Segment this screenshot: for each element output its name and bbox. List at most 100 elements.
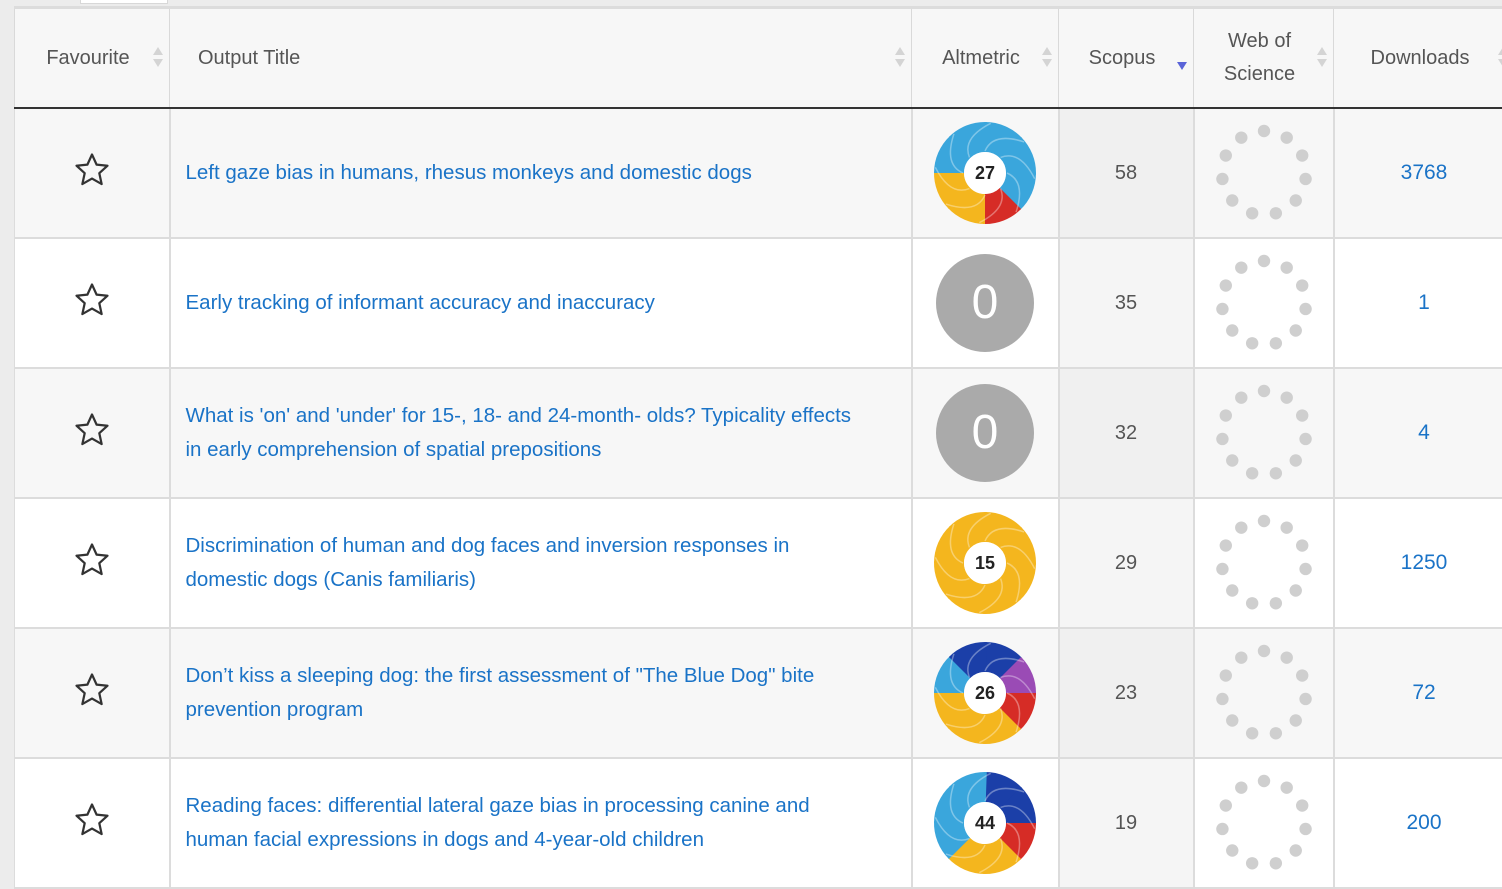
downloads-count-link[interactable]: 72 bbox=[1412, 681, 1435, 704]
sort-arrows-icon[interactable] bbox=[1042, 47, 1052, 69]
downloads-cell: 1 bbox=[1334, 238, 1502, 368]
downloads-header-label: Downloads bbox=[1371, 47, 1470, 69]
spinner-dot bbox=[1269, 467, 1281, 479]
title-cell: Discrimination of human and dog faces an… bbox=[170, 498, 912, 628]
spinner-dot bbox=[1269, 337, 1281, 349]
spinner-dot bbox=[1280, 131, 1292, 143]
altmetric-cell: 26 bbox=[912, 628, 1059, 758]
table-row: Early tracking of informant accuracy and… bbox=[15, 238, 1502, 368]
spinner-dot bbox=[1226, 454, 1238, 466]
spinner-dot bbox=[1299, 563, 1311, 575]
downloads-count-link[interactable]: 1 bbox=[1418, 291, 1430, 314]
table-row: Don’t kiss a sleeping dog: the first ass… bbox=[15, 628, 1502, 758]
spinner-dot bbox=[1226, 324, 1238, 336]
output-title-link[interactable]: Left gaze bias in humans, rhesus monkeys… bbox=[186, 161, 752, 184]
scopus-count: 19 bbox=[1115, 812, 1137, 834]
loading-spinner-icon bbox=[1214, 773, 1314, 873]
title-cell: What is 'on' and 'under' for 15-, 18- an… bbox=[170, 368, 912, 498]
scopus-cell: 29 bbox=[1059, 498, 1194, 628]
output-title-link[interactable]: Don’t kiss a sleeping dog: the first ass… bbox=[186, 664, 815, 721]
table-row: What is 'on' and 'under' for 15-, 18- an… bbox=[15, 368, 1502, 498]
output-title-link[interactable]: Early tracking of informant accuracy and… bbox=[186, 291, 655, 314]
spinner-dot bbox=[1296, 799, 1308, 811]
downloads-count-link[interactable]: 1250 bbox=[1401, 551, 1448, 574]
wos-cell bbox=[1194, 628, 1334, 758]
spinner-dot bbox=[1216, 433, 1228, 445]
spinner-dot bbox=[1226, 714, 1238, 726]
altmetric-zero-badge[interactable]: 0 bbox=[936, 384, 1034, 482]
sort-arrows-icon[interactable] bbox=[153, 47, 163, 69]
spinner-dot bbox=[1245, 857, 1257, 869]
spinner-dot bbox=[1296, 279, 1308, 291]
spinner-dot bbox=[1269, 727, 1281, 739]
scopus-cell: 35 bbox=[1059, 238, 1194, 368]
spinner-dot bbox=[1289, 324, 1301, 336]
favourite-cell bbox=[15, 368, 170, 498]
spinner-dot bbox=[1269, 207, 1281, 219]
spinner-dot bbox=[1235, 651, 1247, 663]
wos-cell bbox=[1194, 758, 1334, 888]
loading-spinner-icon bbox=[1214, 513, 1314, 613]
spinner-dot bbox=[1269, 857, 1281, 869]
downloads-count-link[interactable]: 200 bbox=[1406, 811, 1441, 834]
favourite-cell bbox=[15, 498, 170, 628]
altmetric-zero-badge[interactable]: 0 bbox=[936, 254, 1034, 352]
sort-descending-icon[interactable] bbox=[1177, 47, 1187, 69]
wos-column-header[interactable]: Web of Science bbox=[1194, 8, 1334, 109]
scopus-count: 58 bbox=[1115, 162, 1137, 184]
scopus-count: 32 bbox=[1115, 422, 1137, 444]
scopus-count: 29 bbox=[1115, 552, 1137, 574]
spinner-dot bbox=[1226, 584, 1238, 596]
spinner-dot bbox=[1280, 391, 1292, 403]
output-title-link[interactable]: Discrimination of human and dog faces an… bbox=[186, 534, 790, 591]
wos-cell bbox=[1194, 238, 1334, 368]
scopus-cell: 19 bbox=[1059, 758, 1194, 888]
spinner-dot bbox=[1235, 131, 1247, 143]
spinner-dot bbox=[1226, 194, 1238, 206]
star-outline-icon[interactable] bbox=[73, 151, 111, 189]
title-column-header[interactable]: Output Title bbox=[170, 8, 912, 109]
downloads-count-link[interactable]: 4 bbox=[1418, 421, 1430, 444]
table-row: Left gaze bias in humans, rhesus monkeys… bbox=[15, 108, 1502, 238]
altmetric-donut-badge[interactable]: 44 bbox=[933, 771, 1037, 875]
spinner-dot bbox=[1299, 303, 1311, 315]
output-title-link[interactable]: Reading faces: differential lateral gaze… bbox=[186, 794, 810, 851]
sort-arrows-icon[interactable] bbox=[1498, 47, 1502, 69]
table-row: Reading faces: differential lateral gaze… bbox=[15, 758, 1502, 888]
favourite-cell bbox=[15, 628, 170, 758]
altmetric-cell: 27 bbox=[912, 108, 1059, 238]
output-title-link[interactable]: What is 'on' and 'under' for 15-, 18- an… bbox=[186, 404, 852, 461]
sort-arrows-icon[interactable] bbox=[1317, 47, 1327, 69]
spinner-dot bbox=[1280, 651, 1292, 663]
spinner-dot bbox=[1257, 645, 1269, 657]
altmetric-cell: 44 bbox=[912, 758, 1059, 888]
star-outline-icon[interactable] bbox=[73, 671, 111, 709]
altmetric-column-header[interactable]: Altmetric bbox=[912, 8, 1059, 109]
favourite-header-label: Favourite bbox=[46, 47, 129, 69]
altmetric-donut-badge[interactable]: 26 bbox=[933, 641, 1037, 745]
favourite-column-header[interactable]: Favourite bbox=[15, 8, 170, 109]
spinner-dot bbox=[1235, 781, 1247, 793]
star-outline-icon[interactable] bbox=[73, 541, 111, 579]
wos-cell bbox=[1194, 108, 1334, 238]
favourite-cell bbox=[15, 238, 170, 368]
spinner-dot bbox=[1257, 125, 1269, 137]
star-outline-icon[interactable] bbox=[73, 281, 111, 319]
downloads-column-header[interactable]: Downloads bbox=[1334, 8, 1502, 109]
star-outline-icon[interactable] bbox=[73, 411, 111, 449]
scopus-cell: 23 bbox=[1059, 628, 1194, 758]
sort-arrows-icon[interactable] bbox=[895, 47, 905, 69]
downloads-count-link[interactable]: 3768 bbox=[1401, 161, 1448, 184]
altmetric-donut-badge[interactable]: 15 bbox=[933, 511, 1037, 615]
title-cell: Don’t kiss a sleeping dog: the first ass… bbox=[170, 628, 912, 758]
spinner-dot bbox=[1245, 467, 1257, 479]
star-outline-icon[interactable] bbox=[73, 801, 111, 839]
header-row: Favourite Output Title Altmetric Scopus … bbox=[15, 8, 1502, 109]
scopus-header-label: Scopus bbox=[1089, 47, 1156, 69]
spinner-dot bbox=[1219, 279, 1231, 291]
altmetric-donut-badge[interactable]: 27 bbox=[933, 121, 1037, 225]
title-cell: Left gaze bias in humans, rhesus monkeys… bbox=[170, 108, 912, 238]
spinner-dot bbox=[1299, 433, 1311, 445]
scopus-column-header[interactable]: Scopus bbox=[1059, 8, 1194, 109]
spinner-dot bbox=[1296, 409, 1308, 421]
